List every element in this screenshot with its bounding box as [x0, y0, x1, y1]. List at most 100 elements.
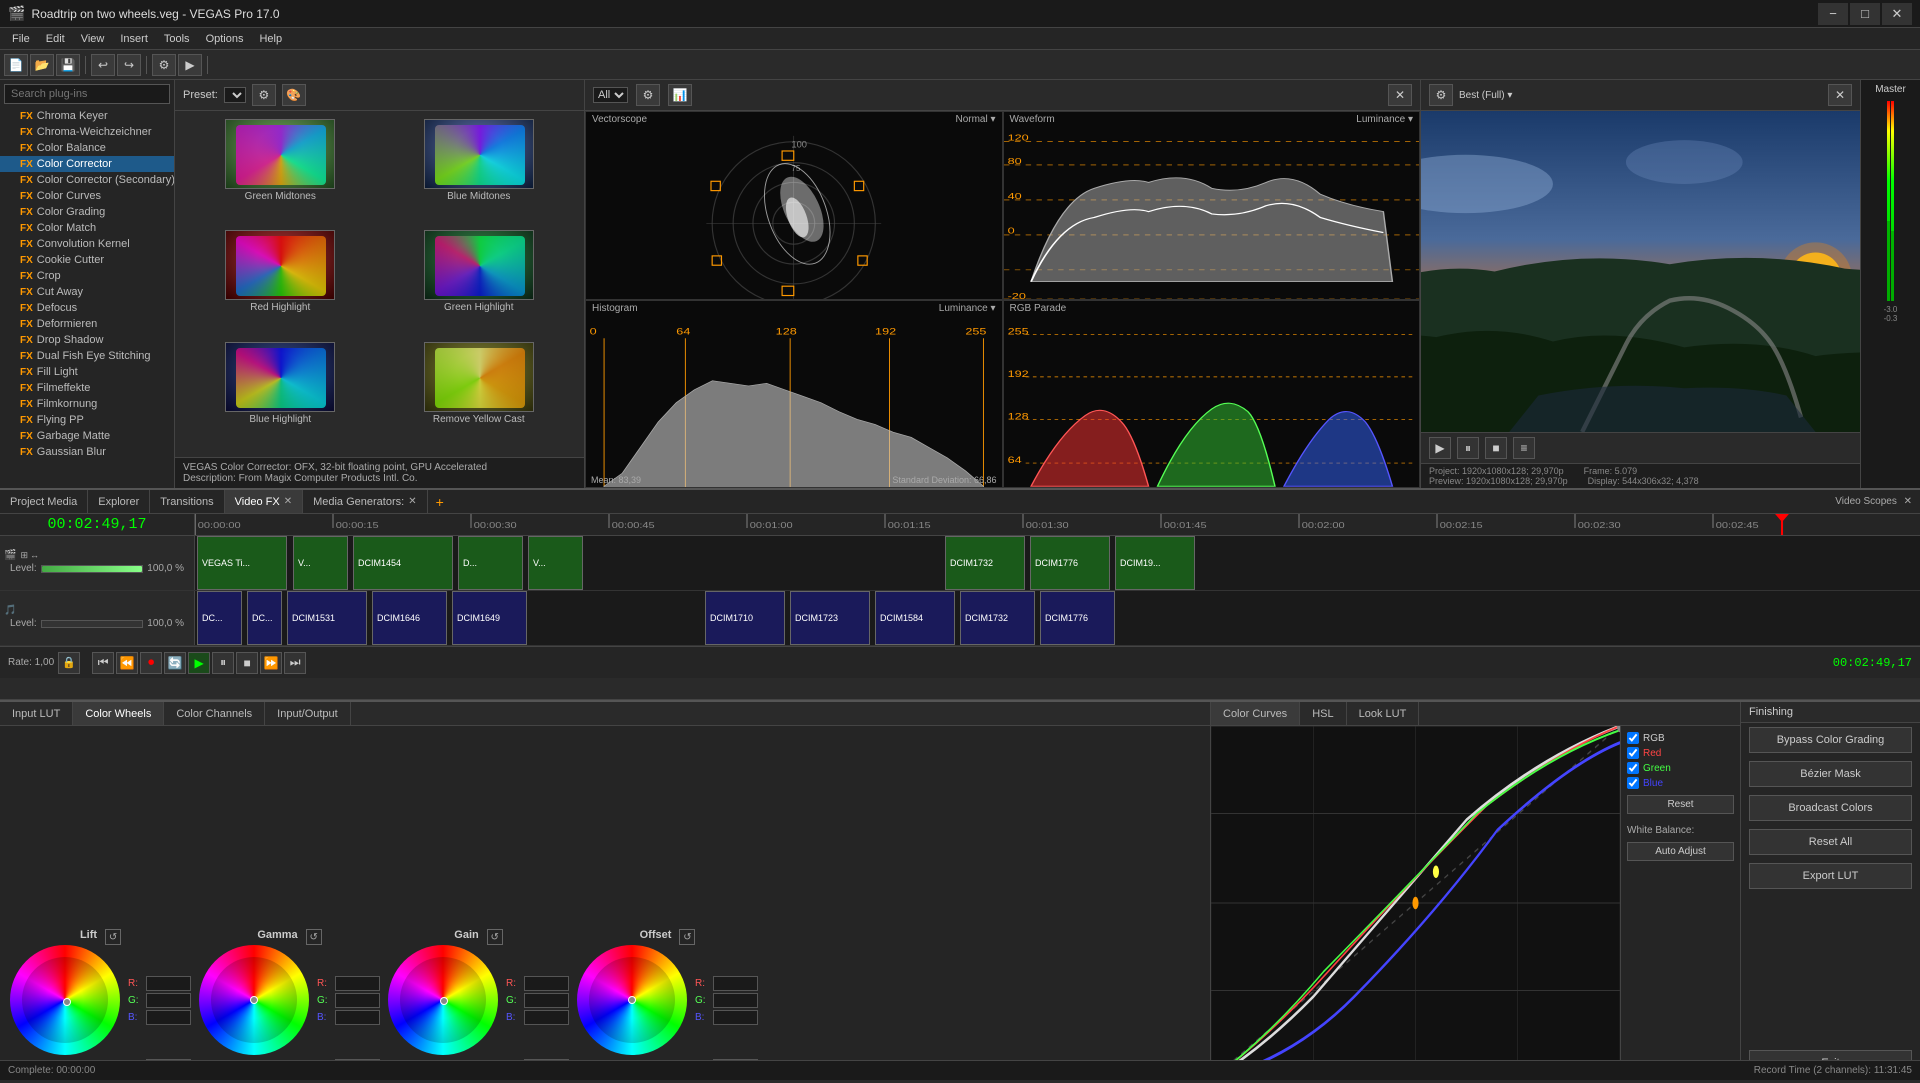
scope-tab-video-scopes[interactable]: Video Scopes ✕ — [1827, 496, 1920, 507]
lift-g[interactable]: 0,000 — [146, 993, 191, 1008]
open-button[interactable]: 📂 — [30, 54, 54, 76]
lift-r[interactable]: 0,000 — [146, 976, 191, 991]
tab-explorer[interactable]: Explorer — [88, 490, 150, 513]
gamma-g[interactable]: 1,000 — [335, 993, 380, 1008]
preset-remove-yellow[interactable]: Remove Yellow Cast — [382, 342, 577, 449]
clip-vegas-ti[interactable]: VEGAS Ti... — [197, 536, 287, 590]
clip-dcim1531[interactable]: DCIM1531 — [287, 591, 367, 645]
plugin-chroma-weich[interactable]: FXChroma-Weichzeichner — [0, 124, 174, 140]
gamma-reset[interactable]: ↺ — [306, 929, 322, 945]
plugin-color-curves[interactable]: FXColor Curves — [0, 188, 174, 204]
bezier-mask-btn[interactable]: Bézier Mask — [1749, 761, 1912, 787]
add-tab-button[interactable]: + — [436, 494, 444, 510]
go-prev[interactable]: ⏪ — [116, 652, 138, 674]
offset-g[interactable]: 0,000 — [713, 993, 758, 1008]
search-input[interactable] — [4, 84, 170, 104]
plugin-flying-pp[interactable]: FXFlying PP — [0, 412, 174, 428]
gamma-b[interactable]: 1,000 — [335, 1010, 380, 1025]
gain-b[interactable]: 1,000 — [524, 1010, 569, 1025]
undo-button[interactable]: ↩ — [91, 54, 115, 76]
menu-view[interactable]: View — [73, 31, 113, 47]
preset-dropdown[interactable] — [224, 87, 246, 103]
clip-d[interactable]: D... — [458, 536, 523, 590]
render-button[interactable]: ▶ — [178, 54, 202, 76]
preset-blue-midtones[interactable]: Blue Midtones — [382, 119, 577, 226]
video-level-slider[interactable] — [41, 565, 144, 573]
lift-reset[interactable]: ↺ — [105, 929, 121, 945]
preset-icon2[interactable]: 🎨 — [282, 84, 306, 106]
minimize-button[interactable]: − — [1818, 3, 1848, 25]
close-button[interactable]: ✕ — [1882, 3, 1912, 25]
preset-green-highlight[interactable]: Green Highlight — [382, 230, 577, 337]
offset-r[interactable]: 0,000 — [713, 976, 758, 991]
play-loop[interactable]: 🔄 — [164, 652, 186, 674]
plugin-crop[interactable]: FXCrop — [0, 268, 174, 284]
maximize-button[interactable]: □ — [1850, 3, 1880, 25]
scope-filter-dropdown[interactable]: All — [593, 87, 628, 103]
clip-v3[interactable]: V... — [528, 536, 583, 590]
go-start[interactable]: ⏮ — [92, 652, 114, 674]
preview-settings[interactable]: ⚙ — [1429, 84, 1453, 106]
clip-dcim1732[interactable]: DCIM1732 — [945, 536, 1025, 590]
plugin-filmkornung[interactable]: FXFilmkornung — [0, 396, 174, 412]
ctab-color-wheels[interactable]: Color Wheels — [73, 702, 164, 725]
broadcast-colors-btn[interactable]: Broadcast Colors — [1749, 795, 1912, 821]
preset-red-highlight[interactable]: Red Highlight — [183, 230, 378, 337]
preview-play[interactable]: ▶ — [1429, 437, 1451, 459]
clip-dcim1776b[interactable]: DCIM1776 — [1040, 591, 1115, 645]
lift-wheel[interactable] — [10, 945, 120, 1055]
offset-reset[interactable]: ↺ — [679, 929, 695, 945]
plugin-convolution-kernel[interactable]: FXConvolution Kernel — [0, 236, 174, 252]
plugin-color-corrector-secondary[interactable]: FXColor Corrector (Secondary) — [0, 172, 174, 188]
plugin-drop-shadow[interactable]: FXDrop Shadow — [0, 332, 174, 348]
plugin-defocus[interactable]: FXDefocus — [0, 300, 174, 316]
preview-close[interactable]: ✕ — [1828, 84, 1852, 106]
bypass-color-grading-btn[interactable]: Bypass Color Grading — [1749, 727, 1912, 753]
crtab-color-curves[interactable]: Color Curves — [1211, 702, 1300, 725]
go-end[interactable]: ⏭ — [284, 652, 306, 674]
clip-dcim1649[interactable]: DCIM1649 — [452, 591, 527, 645]
pause-btn[interactable]: ⏸ — [212, 652, 234, 674]
menu-options[interactable]: Options — [198, 31, 252, 47]
plugin-cookie-cutter[interactable]: FXCookie Cutter — [0, 252, 174, 268]
plugin-color-corrector[interactable]: FXColor Corrector — [0, 156, 174, 172]
scope-icon2[interactable]: 📊 — [668, 84, 692, 106]
plugin-color-grading[interactable]: FXColor Grading — [0, 204, 174, 220]
go-next[interactable]: ⏩ — [260, 652, 282, 674]
gain-reset[interactable]: ↺ — [487, 929, 503, 945]
plugin-garbage-matte[interactable]: FXGarbage Matte — [0, 428, 174, 444]
timeline-ruler[interactable]: 00:00:00 00:00:15 00:00:30 00:00:45 00:0… — [195, 514, 1920, 535]
preset-green-midtones[interactable]: Green Midtones — [183, 119, 378, 226]
plugin-color-match[interactable]: FXColor Match — [0, 220, 174, 236]
clip-dcim1732b[interactable]: DCIM1732 — [960, 591, 1035, 645]
menu-insert[interactable]: Insert — [112, 31, 156, 47]
video-track-body[interactable]: VEGAS Ti... V... DCIM1454 D... V... DCIM… — [195, 536, 1920, 590]
clip-dcim1776[interactable]: DCIM1776 — [1030, 536, 1110, 590]
plugin-fill-light[interactable]: FXFill Light — [0, 364, 174, 380]
scope-close[interactable]: ✕ — [1388, 84, 1412, 106]
gain-g[interactable]: 1,000 — [524, 993, 569, 1008]
lift-b[interactable]: 0,000 — [146, 1010, 191, 1025]
preview-list[interactable]: ≡ — [1513, 437, 1535, 459]
plugin-gaussian-blur[interactable]: FXGaussian Blur — [0, 444, 174, 460]
curves-reset[interactable]: Reset — [1627, 795, 1734, 814]
gain-wheel[interactable] — [388, 945, 498, 1055]
green-checkbox[interactable] — [1627, 762, 1639, 774]
new-button[interactable]: 📄 — [4, 54, 28, 76]
rgb-checkbox[interactable] — [1627, 732, 1639, 744]
menu-file[interactable]: File — [4, 31, 38, 47]
menu-help[interactable]: Help — [251, 31, 290, 47]
audio-track-body[interactable]: DC... DC... DCIM1531 DCIM1646 DCIM1649 D… — [195, 591, 1920, 645]
offset-b[interactable]: 0,000 — [713, 1010, 758, 1025]
clip-dcim1710[interactable]: DCIM1710 — [705, 591, 785, 645]
red-checkbox[interactable] — [1627, 747, 1639, 759]
clip-dc2[interactable]: DC... — [247, 591, 282, 645]
clip-dcim1584[interactable]: DCIM1584 — [875, 591, 955, 645]
stop-btn[interactable]: ■ — [236, 652, 258, 674]
ctab-input-lut[interactable]: Input LUT — [0, 702, 73, 725]
preset-blue-highlight[interactable]: Blue Highlight — [183, 342, 378, 449]
scope-settings[interactable]: ⚙ — [636, 84, 660, 106]
preview-stop[interactable]: ■ — [1485, 437, 1507, 459]
reset-all-btn[interactable]: Reset All — [1749, 829, 1912, 855]
record[interactable]: ⏺ — [140, 652, 162, 674]
